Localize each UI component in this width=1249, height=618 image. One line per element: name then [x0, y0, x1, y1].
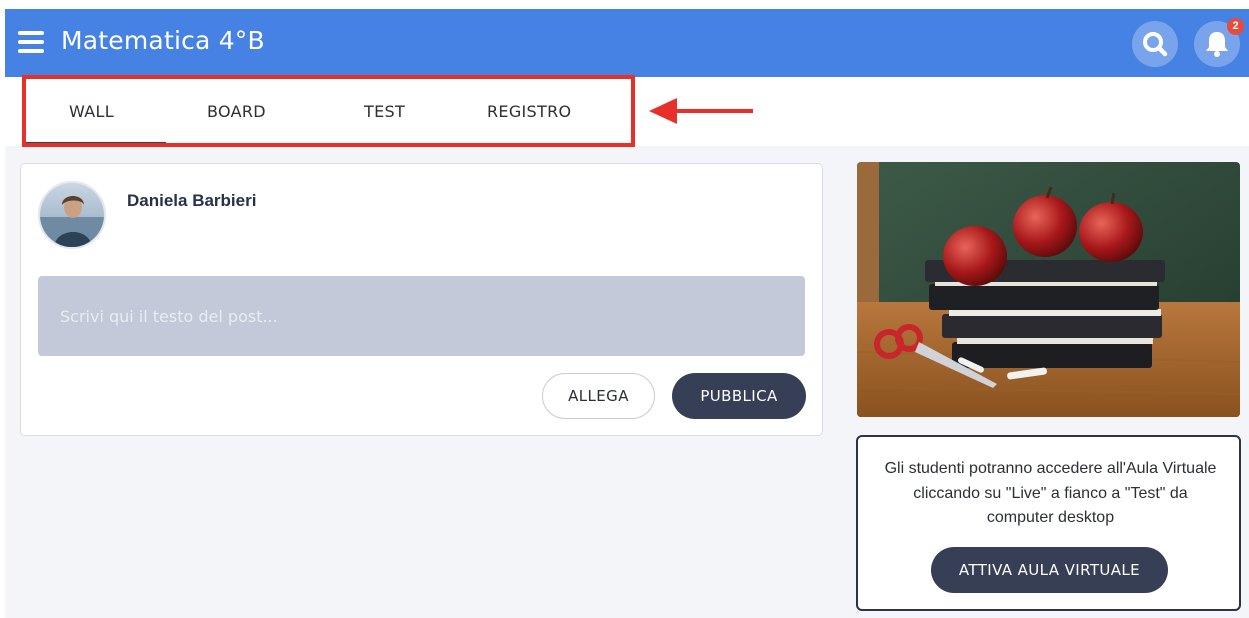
- annotation-arrow-icon: [649, 98, 753, 124]
- avatar: [38, 181, 106, 249]
- notification-badge: 2: [1227, 18, 1244, 35]
- active-tab-indicator: [25, 142, 166, 145]
- search-icon: [1143, 32, 1168, 57]
- search-button[interactable]: [1132, 21, 1178, 67]
- tab-wall[interactable]: WALL: [69, 102, 114, 121]
- tab-bar: WALL BOARD TEST REGISTRO: [5, 77, 1249, 146]
- hamburger-menu-icon[interactable]: [18, 31, 44, 53]
- app-window: Matematica 4°B 2 WALL BOARD TEST REGISTR…: [5, 9, 1249, 618]
- post-text-input[interactable]: [38, 276, 805, 356]
- page-title: Matematica 4°B: [61, 26, 265, 55]
- virtual-classroom-card: Gli studenti potranno accedere all'Aula …: [856, 435, 1241, 611]
- author-name: Daniela Barbieri: [127, 191, 257, 210]
- post-composer-card: Daniela Barbieri ALLEGA PUBBLICA: [20, 163, 823, 436]
- attach-button[interactable]: ALLEGA: [542, 373, 655, 419]
- classroom-illustration: [857, 162, 1240, 417]
- tab-test[interactable]: TEST: [364, 102, 405, 121]
- publish-button[interactable]: PUBBLICA: [672, 373, 806, 419]
- notifications-button[interactable]: 2: [1194, 18, 1244, 67]
- activate-virtual-classroom-button[interactable]: ATTIVA AULA VIRTUALE: [931, 547, 1168, 593]
- tab-registro[interactable]: REGISTRO: [487, 102, 571, 121]
- tab-board[interactable]: BOARD: [207, 102, 266, 121]
- virtual-classroom-info: Gli studenti potranno accedere all'Aula …: [884, 460, 1217, 526]
- top-bar: Matematica 4°B 2: [5, 9, 1249, 77]
